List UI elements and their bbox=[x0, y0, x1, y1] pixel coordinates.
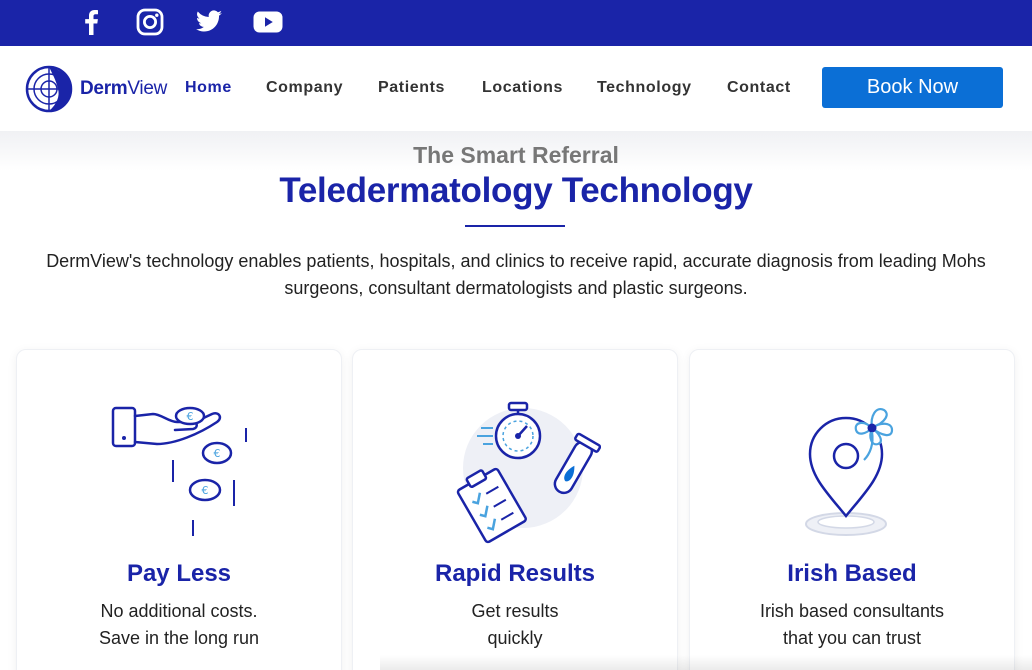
svg-text:€: € bbox=[214, 447, 221, 460]
feature-card-irish-based: Irish Based Irish based consultants that… bbox=[689, 349, 1015, 670]
svg-text:€: € bbox=[202, 484, 209, 497]
svg-text:€: € bbox=[187, 410, 194, 423]
feature-text: Irish based consultants that you can tru… bbox=[690, 598, 1014, 652]
youtube-icon[interactable] bbox=[253, 8, 283, 36]
feature-title: Rapid Results bbox=[434, 560, 596, 587]
logo-wordmark-bold: Derm bbox=[80, 78, 128, 99]
logo-wordmark-light: View bbox=[127, 78, 168, 99]
nav-company[interactable]: Company bbox=[266, 79, 343, 97]
book-now-button[interactable]: Book Now bbox=[822, 67, 1003, 108]
feature-text-line: Save in the long run bbox=[98, 628, 260, 648]
main-navbar: DermView Home Company Patients Locations… bbox=[0, 46, 1032, 131]
feature-title: Irish Based bbox=[787, 560, 917, 587]
dermview-logo[interactable]: DermView bbox=[24, 64, 174, 114]
feature-text: No additional costs. Save in the long ru… bbox=[17, 598, 341, 652]
facebook-icon[interactable] bbox=[76, 8, 106, 36]
instagram-icon[interactable] bbox=[135, 8, 165, 36]
title-underline bbox=[465, 225, 565, 227]
twitter-icon[interactable] bbox=[194, 8, 224, 36]
feature-text-line: that you can trust bbox=[782, 628, 922, 648]
nav-technology[interactable]: Technology bbox=[597, 79, 692, 97]
feature-text-line: Get results bbox=[471, 601, 559, 621]
section-kicker: The Smart Referral bbox=[413, 142, 619, 168]
dermview-logo-icon bbox=[25, 65, 73, 113]
feature-text-line: quickly bbox=[487, 628, 543, 648]
shamrock-location-pin-icon bbox=[805, 408, 894, 536]
bottom-shadow bbox=[380, 655, 1032, 670]
feature-text-line: No additional costs. bbox=[100, 601, 258, 621]
nav-home[interactable]: Home bbox=[185, 79, 232, 97]
logo-wordmark: DermView bbox=[80, 78, 167, 100]
feature-card-rapid-results: Rapid Results Get results quickly bbox=[352, 349, 678, 670]
intro-paragraph: DermView's technology enables patients, … bbox=[46, 251, 986, 298]
social-bar bbox=[0, 0, 1032, 46]
feature-title: Pay Less bbox=[126, 560, 232, 587]
hand-coins-icon: € € € bbox=[111, 406, 247, 536]
feature-text: Get results quickly bbox=[353, 598, 677, 652]
feature-text-line: Irish based consultants bbox=[759, 601, 945, 621]
nav-locations[interactable]: Locations bbox=[482, 79, 563, 97]
feature-card-pay-less: € € € Pay Less No additional costs. Save… bbox=[16, 349, 342, 670]
nav-contact[interactable]: Contact bbox=[727, 79, 791, 97]
nav-patients[interactable]: Patients bbox=[378, 79, 445, 97]
stopwatch-test-tube-icon bbox=[456, 401, 601, 544]
section-title: Teledermatology Technology bbox=[279, 171, 753, 210]
